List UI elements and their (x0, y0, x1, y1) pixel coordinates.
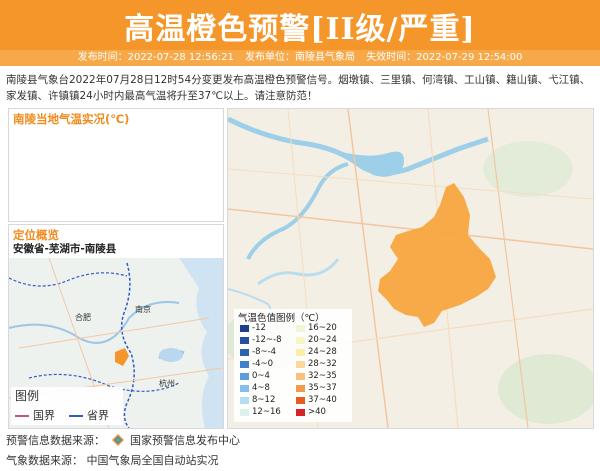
publisher: 发布单位：南陵县气象局 (245, 52, 355, 63)
warning-center-logo-icon (111, 434, 124, 446)
footer-source-weather: 气象数据来源： 中国气象局全国自动站实况 (6, 452, 219, 468)
legend-range-label: 35~37 (308, 383, 337, 393)
warning-description: 南陵县气象台2022年07月28日12时54分变更发布高温橙色预警信号。烟墩镇、… (6, 74, 591, 102)
legend-range-label: -4~0 (252, 359, 274, 369)
legend-range-label: 4~8 (252, 383, 270, 393)
legend-swatch (240, 361, 249, 368)
map-label-hefei: 合肥 (75, 312, 91, 322)
warning-source-label: 预警信息数据来源： (6, 434, 105, 447)
legend-swatch (240, 349, 249, 356)
legend-swatch (296, 325, 305, 332)
legend-swatch (296, 373, 305, 380)
legend-range-label: 28~32 (308, 359, 337, 369)
temperature-legend-title: 气温色值图例（℃） (238, 313, 325, 324)
legend-swatch (240, 409, 249, 416)
legend-swatch (296, 409, 305, 416)
map-legend-title: 图例 (15, 389, 40, 403)
publish-time: 发布时间：2022-07-28 12:56:21 (77, 52, 234, 63)
legend-swatch (296, 361, 305, 368)
national-border-line-icon (15, 415, 29, 417)
warning-source-value: 国家预警信息发布中心 (130, 434, 240, 447)
legend-range-label: 8~12 (252, 395, 276, 405)
temperature-panel: 南陵当地气温实况(℃) (8, 108, 224, 222)
province-border-line-icon (69, 415, 83, 417)
warning-meta-bar: 发布时间：2022-07-28 12:56:21 发布单位：南陵县气象局 失效时… (0, 50, 600, 66)
legend-range-label: -8~-4 (252, 347, 277, 357)
legend-swatch (296, 349, 305, 356)
legend-range-label: 16~20 (308, 323, 337, 333)
legend-range-label: -12 (252, 323, 266, 333)
legend-swatch (296, 397, 305, 404)
legend-range-label: 20~24 (308, 335, 337, 345)
legend-range-label: -12~-8 (252, 335, 282, 345)
warning-area-map[interactable]: 气温色值图例（℃） -12 16~20 -12~-8 20~24 -8~-4 24~28 -… (227, 108, 594, 429)
legend-swatch (240, 385, 249, 392)
legend-range-label: >40 (308, 407, 326, 417)
map-legend: 图例 国界 省界 (11, 387, 123, 425)
location-path: 安徽省-芜湖市-南陵县 (13, 243, 117, 255)
expire-time: 失效时间：2022-07-29 12:54:00 (366, 52, 523, 63)
footer-source-warning: 预警信息数据来源： 国家预警信息发布中心 (6, 432, 240, 448)
map-label-hangzhou: 杭州 (159, 378, 175, 388)
map-label-nanjing: 南京 (135, 304, 151, 314)
legend-item-province-border: 省界 (69, 407, 109, 423)
warning-header: 高温橙色预警[II级/严重] 发布时间：2022-07-28 12:56:21 … (0, 0, 600, 66)
legend-range-label: 24~28 (308, 347, 337, 357)
legend-swatch (296, 337, 305, 344)
legend-swatch (240, 337, 249, 344)
legend-swatch (240, 325, 249, 332)
legend-swatch (240, 373, 249, 380)
warning-title: 高温橙色预警[II级/严重] (124, 12, 476, 47)
legend-item-national-border: 国界 (15, 407, 55, 423)
legend-range-label: 0~4 (252, 371, 270, 381)
temperature-panel-title: 南陵当地气温实况(℃) (13, 112, 130, 126)
legend-range-label: 37~40 (308, 395, 337, 405)
legend-swatch (296, 385, 305, 392)
weather-source-label: 气象数据来源： (6, 454, 83, 467)
location-overview-panel: 定位概览 安徽省-芜湖市-南陵县 合肥 南京 杭州 图例 国界 省界 (8, 224, 224, 429)
temperature-color-legend: 气温色值图例（℃） -12 16~20 -12~-8 20~24 -8~-4 24~28 -… (234, 309, 352, 422)
legend-range-label: 32~35 (308, 371, 337, 381)
legend-swatch (240, 397, 249, 404)
legend-range-label: 12~16 (252, 407, 281, 417)
weather-source-value: 中国气象局全国自动站实况 (86, 454, 219, 467)
